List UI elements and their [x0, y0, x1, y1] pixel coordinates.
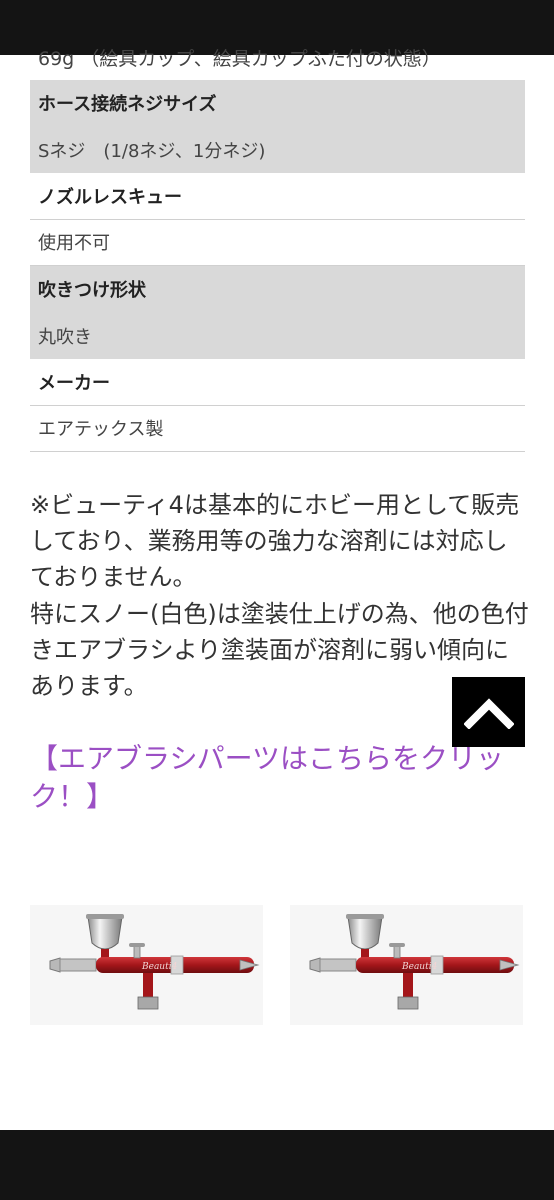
spec-label-nozzle-rescue: ノズルレスキュー — [30, 173, 525, 220]
spec-value-nozzle-rescue: 使用不可 — [30, 220, 525, 266]
airbrush-illustration: Beauti4 — [309, 914, 520, 1010]
product-image-airbrush[interactable]: Beauti4 — [30, 905, 263, 1025]
brand-text: Beauti4 — [401, 962, 438, 972]
chevron-up-icon — [463, 698, 514, 729]
product-image-airbrush[interactable]: Beauti4 — [290, 905, 523, 1025]
spec-label-hose-thread: ホース接続ネジサイズ — [30, 80, 525, 127]
spec-label-maker: メーカー — [30, 359, 525, 406]
airbrush-parts-link[interactable]: 【エアブラシパーツはこちらをクリック！】 — [30, 740, 530, 816]
spec-value-hose-thread: Sネジ (1/8ネジ、1分ネジ) — [30, 126, 525, 173]
spec-label-spray-shape: 吹きつけ形状 — [30, 266, 525, 313]
spec-value-maker: エアテックス製 — [30, 406, 525, 452]
airbrush-illustration: Beauti4 — [49, 914, 260, 1010]
scroll-to-top-button[interactable] — [452, 677, 525, 747]
spec-value-spray-shape: 丸吹き — [30, 312, 525, 359]
navigation-bar — [0, 1130, 554, 1200]
spec-table: ホース接続ネジサイズ Sネジ (1/8ネジ、1分ネジ) ノズルレスキュー 使用不… — [30, 80, 525, 452]
solvent-note: ※ビューティ4は基本的にホビー用として販売しており、業務用等の強力な溶剤には対応… — [30, 491, 520, 591]
spec-partial-row: 69g （絵具カップ、絵具カップふた付の状態） — [30, 40, 525, 80]
spec-partial-value: 69g （絵具カップ、絵具カップふた付の状態） — [38, 48, 441, 70]
brand-text: Beauti4 — [141, 962, 178, 972]
